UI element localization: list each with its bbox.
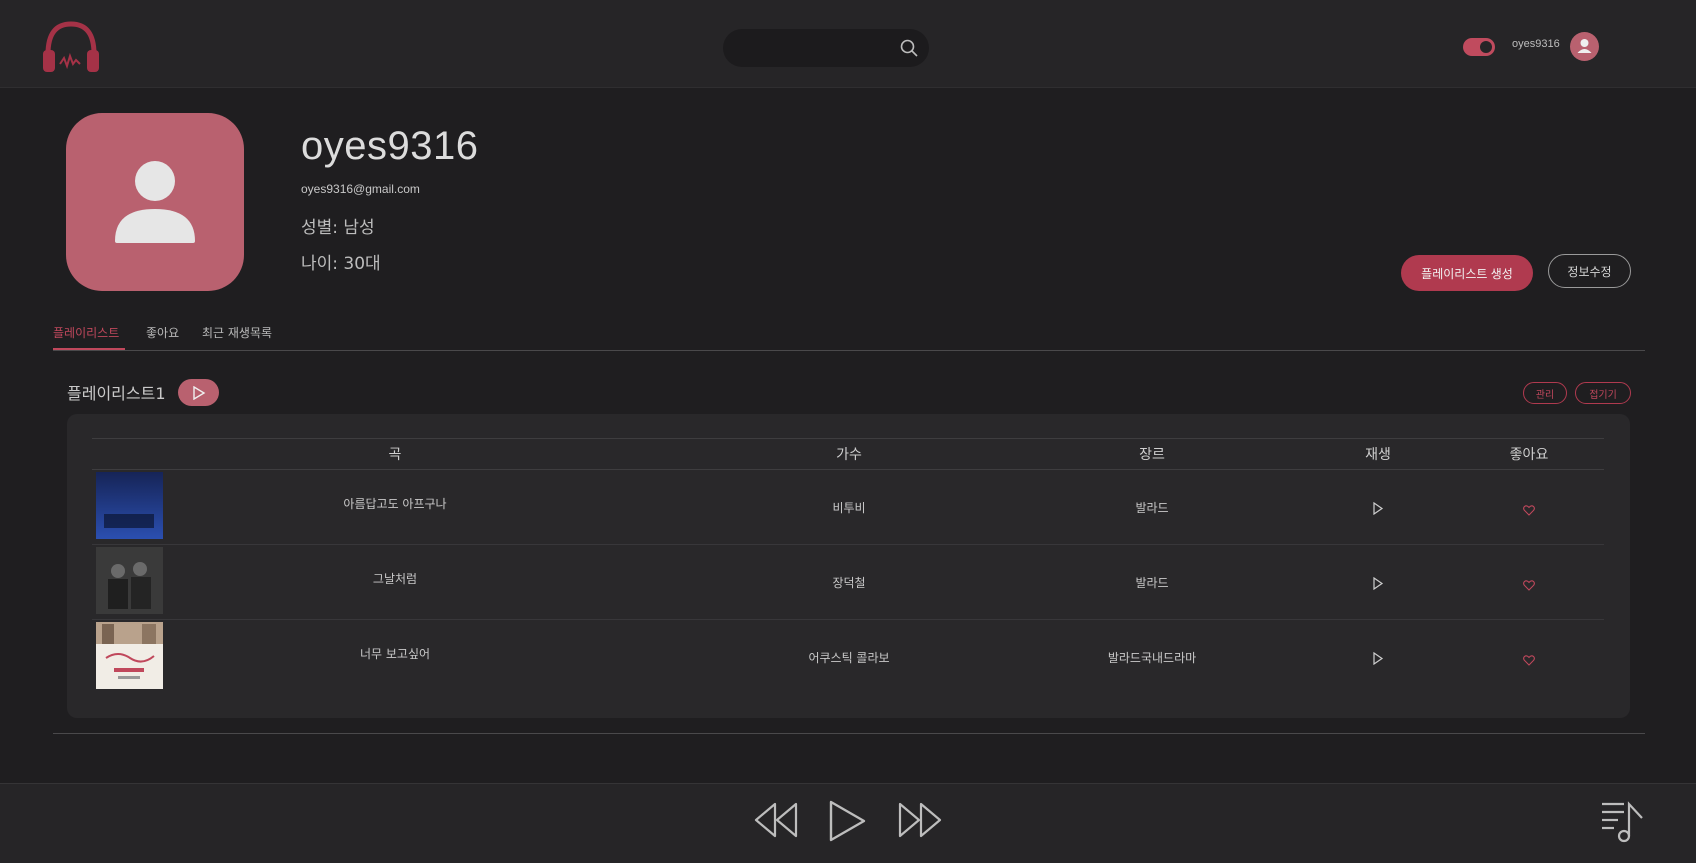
toggle-knob — [1480, 41, 1492, 53]
song-title: 그날처럼 — [372, 572, 418, 586]
song-artist: 장덕철 — [832, 576, 866, 590]
heart-icon[interactable] — [1523, 651, 1535, 670]
tab-playlist[interactable]: 플레이리스트 — [53, 324, 119, 341]
song-genre: 발라드 — [1135, 576, 1169, 590]
playlist-play-button[interactable] — [178, 379, 219, 406]
profile-gender: 성별: 남성 — [301, 218, 375, 238]
rewind-icon[interactable] — [753, 801, 799, 843]
column-header-genre: 장르 — [1139, 447, 1165, 463]
header-avatar-icon[interactable] — [1570, 32, 1599, 61]
play-icon[interactable] — [1372, 650, 1384, 669]
song-genre: 발라드국내드라마 — [1107, 651, 1197, 665]
song-title: 너무 보고싶어 — [359, 647, 431, 661]
content-divider — [53, 733, 1645, 734]
song-artist: 비투비 — [832, 501, 866, 515]
profile-name: oyes9316 — [301, 124, 479, 168]
table-row[interactable]: 그날처럼 장덕철 발라드 — [92, 545, 1604, 620]
heart-icon[interactable] — [1523, 576, 1535, 595]
fast-forward-icon[interactable] — [897, 801, 943, 843]
tab-recent[interactable]: 최근 재생목록 — [202, 324, 272, 341]
profile-email: oyes9316@gmail.com — [301, 182, 420, 196]
manage-button[interactable]: 관리 — [1523, 382, 1567, 404]
table-header-border — [92, 438, 1604, 439]
album-cover-image — [96, 622, 163, 689]
profile-age: 나이: 30대 — [301, 254, 381, 274]
heart-icon[interactable] — [1523, 501, 1535, 520]
fold-button[interactable]: 접기기 — [1575, 382, 1631, 404]
header: oyes9316 — [0, 0, 1696, 88]
search-input[interactable] — [737, 37, 887, 59]
album-cover-image — [96, 547, 163, 614]
profile-avatar-icon — [66, 113, 244, 291]
playlist-title: 플레이리스트1 — [67, 384, 166, 403]
play-icon[interactable] — [1372, 500, 1384, 519]
player-bar — [0, 783, 1696, 863]
theme-toggle[interactable] — [1463, 38, 1495, 56]
play-icon[interactable] — [1372, 575, 1384, 594]
column-header-artist: 가수 — [836, 447, 862, 463]
playlist-queue-icon[interactable] — [1600, 798, 1646, 850]
tab-likes[interactable]: 좋아요 — [146, 324, 179, 341]
song-genre: 발라드 — [1135, 501, 1169, 515]
create-playlist-button[interactable]: 플레이리스트 생성 — [1401, 255, 1533, 291]
header-username[interactable]: oyes9316 — [1512, 38, 1560, 50]
search-icon[interactable] — [899, 38, 919, 58]
table-row[interactable]: 너무 보고싶어 어쿠스틱 콜라보 발라드국내드라마 — [92, 620, 1604, 695]
tabs-divider — [53, 350, 1645, 351]
column-header-song: 곡 — [388, 447, 402, 463]
column-header-play: 재생 — [1365, 447, 1391, 463]
edit-info-button[interactable]: 정보수정 — [1548, 254, 1631, 288]
play-icon — [193, 386, 206, 400]
column-header-like: 좋아요 — [1509, 447, 1549, 463]
song-artist: 어쿠스틱 콜라보 — [808, 651, 890, 665]
search-bar[interactable] — [723, 29, 929, 67]
album-cover-image — [96, 472, 163, 539]
play-icon[interactable] — [828, 799, 868, 847]
song-title: 아름답고도 아프구나 — [343, 497, 447, 511]
headphones-logo-icon[interactable] — [40, 18, 102, 76]
table-row[interactable]: 아름답고도 아프구나 비투비 발라드 — [92, 470, 1604, 545]
